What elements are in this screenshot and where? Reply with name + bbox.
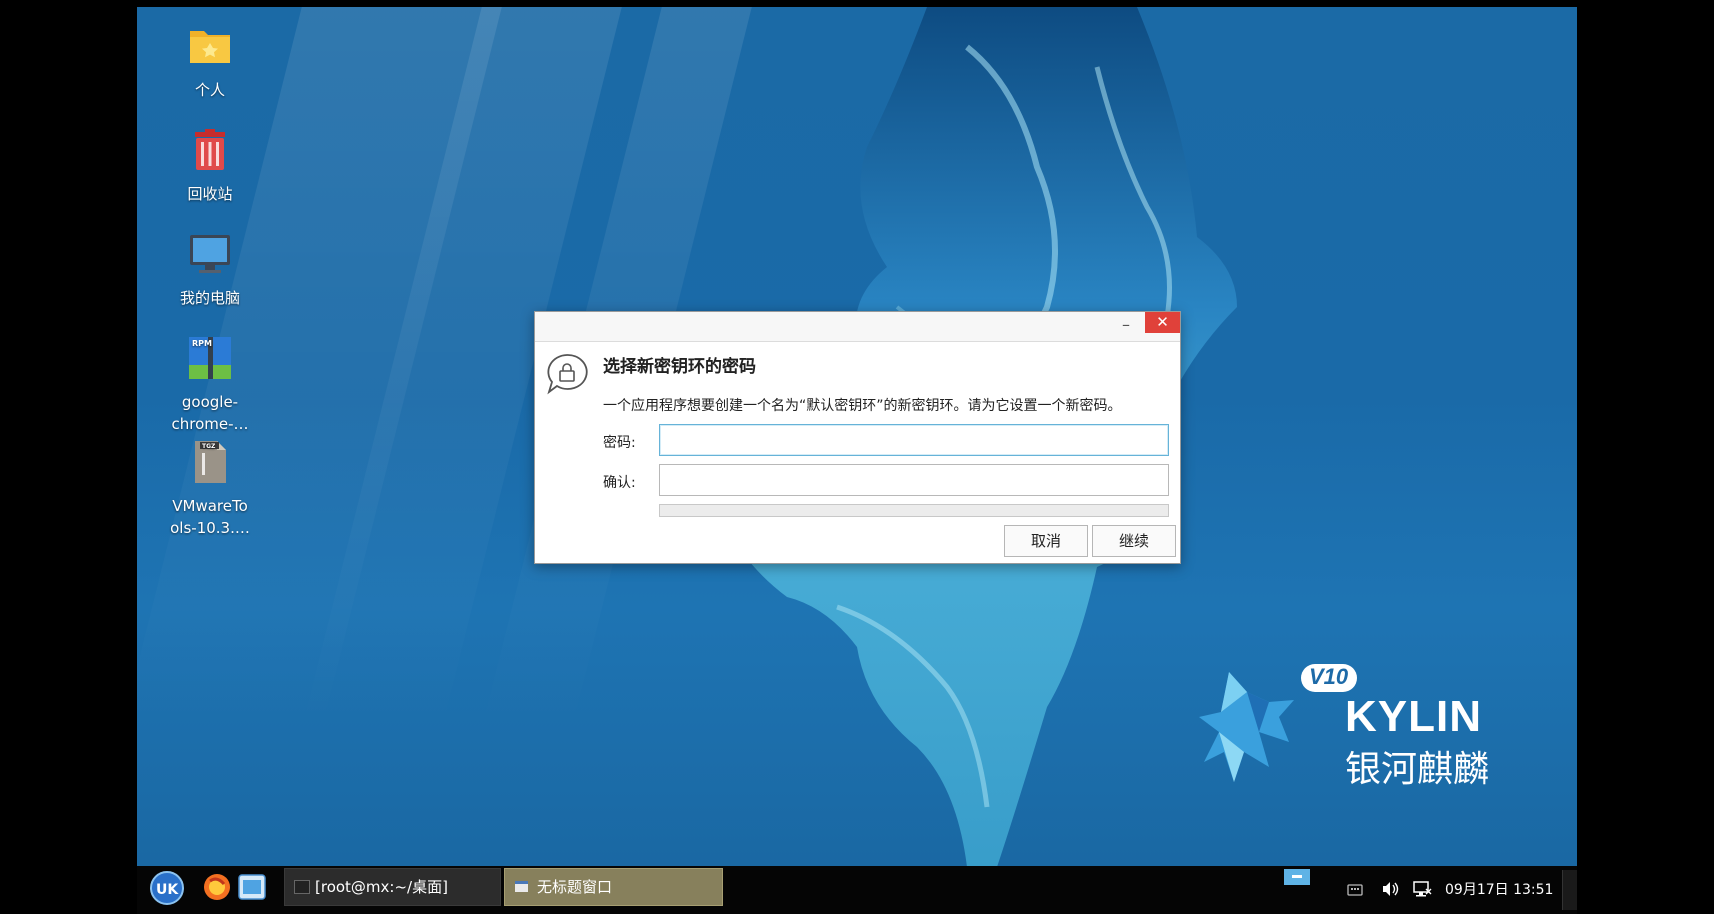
desktop-icon-google-chrome-rpm[interactable]: RPM google- chrome-…	[158, 335, 262, 435]
task-label: [root@mx:~/桌面]	[315, 878, 448, 896]
dialog-description: 一个应用程序想要创建一个名为“默认密钥环”的新密钥环。请为它设置一个新密码。	[603, 398, 1122, 414]
taskbar: UK [root@mx:~/桌面] 无标题窗口 09月17日 13:51	[137, 866, 1577, 914]
minimize-icon: –	[1122, 315, 1130, 334]
close-icon: ✕	[1156, 313, 1169, 331]
archive-file-icon: TGZ	[195, 441, 226, 483]
file-manager-icon[interactable]	[237, 872, 267, 902]
task-label: 无标题窗口	[537, 878, 613, 896]
desktop-icon-trash[interactable]: 回收站	[158, 127, 262, 205]
desktop-icon-personal[interactable]: 个人	[158, 23, 262, 101]
password-input[interactable]	[659, 424, 1169, 456]
desktop-icon-label: 回收站	[187, 185, 233, 203]
close-button[interactable]: ✕	[1145, 312, 1180, 333]
terminal-icon	[294, 880, 310, 894]
cancel-button[interactable]: 取消	[1004, 525, 1088, 557]
volume-icon[interactable]	[1380, 879, 1400, 899]
dialog-title: 选择新密钥环的密码	[603, 357, 756, 377]
taskbar-task-untitled-window[interactable]: 无标题窗口	[504, 868, 723, 906]
desktop-icon-label: 我的电脑	[179, 289, 240, 307]
firefox-icon[interactable]	[202, 872, 232, 902]
desktop-icon-label-line1: VMwareTo	[172, 497, 248, 515]
confirm-password-input[interactable]	[659, 464, 1169, 496]
password-label: 密码:	[603, 435, 636, 451]
dialog-titlebar[interactable]: – ✕	[535, 312, 1180, 342]
keyboard-icon[interactable]	[1347, 882, 1363, 898]
version-badge: V10	[1301, 664, 1357, 692]
qilin-logo-icon	[1199, 672, 1294, 782]
show-desktop-indicator[interactable]	[1284, 869, 1310, 885]
rpm-package-icon: RPM	[189, 337, 231, 379]
desktop-icon-vmware-tools[interactable]: TGZ VMwareTo ols-10.3.…	[158, 439, 262, 539]
minimize-button[interactable]: –	[1109, 312, 1143, 341]
window-icon	[515, 881, 528, 892]
desktop-icon-label-line2: ols-10.3.…	[170, 519, 250, 537]
continue-button[interactable]: 继续	[1092, 525, 1176, 557]
minimize-all-icon	[1292, 875, 1302, 878]
monitor-icon	[190, 235, 230, 273]
brand-chinese: 银河麒麟	[1345, 748, 1490, 789]
desktop-icon-computer[interactable]: 我的电脑	[158, 231, 262, 309]
desktop-icon-label: 个人	[194, 81, 225, 99]
show-desktop-button[interactable]	[1562, 870, 1577, 910]
rpm-badge: RPM	[192, 339, 212, 348]
trash-icon	[195, 129, 225, 170]
desktop-icon-label-line1: google-	[181, 393, 239, 411]
keyring-password-dialog: – ✕ 选择新密钥环的密码 一个应用程序想要创建一个名为“默认密钥环”的新密钥环…	[534, 311, 1181, 564]
clock[interactable]: 09月17日 13:51	[1445, 879, 1553, 899]
taskbar-task-terminal[interactable]: [root@mx:~/桌面]	[284, 868, 501, 906]
folder-icon	[190, 31, 230, 63]
password-strength-bar	[659, 504, 1169, 517]
start-badge: UK	[156, 882, 179, 898]
kylin-logo: V10 KYLIN 银河麒麟	[1199, 662, 1519, 792]
keyring-lock-icon	[547, 354, 588, 395]
start-menu-button[interactable]: UK	[150, 871, 184, 905]
tgz-badge: TGZ	[202, 443, 216, 450]
network-icon[interactable]	[1412, 879, 1432, 899]
desktop-icon-label-line2: chrome-…	[171, 415, 249, 433]
brand-name: KYLIN	[1345, 692, 1482, 741]
confirm-label: 确认:	[603, 475, 636, 491]
